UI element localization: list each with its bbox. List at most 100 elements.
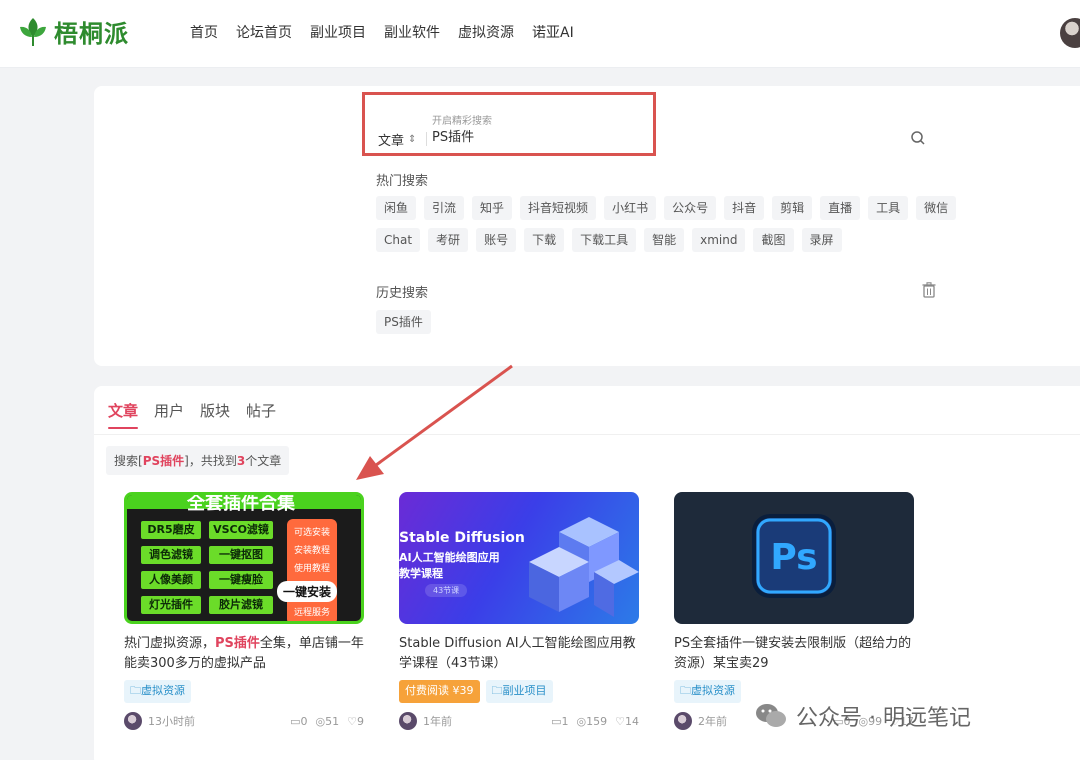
article-title[interactable]: PS全套插件一键安装去限制版（超给力的资源）某宝卖29 — [674, 634, 914, 674]
search-divider — [426, 132, 427, 146]
hot-tag[interactable]: 考研 — [428, 228, 469, 252]
wechat-icon — [756, 704, 786, 727]
hot-tag[interactable]: xmind — [692, 228, 746, 252]
summary-mid: ]，共找到 — [184, 454, 237, 468]
thumb-chip: 灯光插件 — [141, 596, 201, 614]
hot-tag[interactable]: 下载 — [524, 228, 565, 252]
hot-tag[interactable]: 抖音短视频 — [520, 196, 597, 220]
hot-tag[interactable]: 账号 — [476, 228, 517, 252]
thumb-subtitle-line: AI人工智能绘图应用 — [399, 551, 500, 564]
hot-search-tags: 闲鱼 引流 知乎 抖音短视频 小红书 公众号 抖音 剪辑 直播 工具 微信 Ch… — [376, 196, 976, 252]
hot-tag[interactable]: 录屏 — [801, 228, 842, 252]
nav-side-projects[interactable]: 副业项目 — [310, 22, 366, 42]
hot-tag[interactable]: 小红书 — [604, 196, 657, 220]
updown-icon: ⇕ — [408, 134, 417, 145]
hot-tag[interactable]: 直播 — [820, 196, 861, 220]
article-stats: ▭1 ◎159 ♡14 — [551, 715, 639, 728]
view-count: ◎51 — [316, 715, 340, 728]
hot-tag[interactable]: 公众号 — [664, 196, 717, 220]
comment-count: ▭0 — [290, 715, 307, 728]
title-highlight: PS插件 — [215, 636, 260, 651]
hot-tag[interactable]: 抖音 — [724, 196, 765, 220]
search-box: 文章 ⇕ 开启精彩搜索 — [362, 92, 936, 156]
comment-value: 0 — [300, 714, 308, 728]
thumb-chip: 胶片滤镜 — [209, 596, 273, 614]
category-badge[interactable]: 🗀虚拟资源 — [674, 680, 741, 703]
comment-value: 1 — [561, 714, 569, 728]
author-avatar[interactable] — [124, 712, 142, 730]
article-meta: 1年前 ▭1 ◎159 ♡14 — [399, 711, 639, 731]
tab-boards[interactable]: 版块 — [200, 400, 230, 429]
hot-tag[interactable]: 引流 — [424, 196, 465, 220]
like-count: ♡14 — [615, 715, 639, 728]
title-part: Stable Diffusion AI人工智能绘图应用教学课程（43节课） — [399, 636, 636, 671]
article-badges: 🗀虚拟资源 — [124, 680, 364, 703]
history-search-label: 历史搜索 — [376, 286, 429, 301]
thumb-top-text: 全套插件合集 — [187, 493, 295, 514]
article-meta: 13小时前 ▭0 ◎51 ♡9 — [124, 711, 364, 731]
nav-side-software[interactable]: 副业软件 — [384, 22, 440, 42]
category-label: 虚拟资源 — [141, 684, 185, 697]
article-card[interactable]: Stable Diffusion AI人工智能绘图应用 教学课程 43节课 Sta… — [399, 492, 639, 731]
view-value: 159 — [586, 714, 608, 728]
like-count: ♡9 — [347, 715, 364, 728]
article-stats: ▭0 ◎51 ♡9 — [290, 715, 364, 728]
history-search-tags: PS插件 — [376, 310, 976, 334]
hot-tag[interactable]: Chat — [376, 228, 421, 252]
thumb-side-item: 可选安装 — [293, 528, 330, 538]
tab-users[interactable]: 用户 — [154, 400, 184, 429]
tab-posts[interactable]: 帖子 — [246, 400, 276, 429]
article-thumbnail[interactable]: Ps — [674, 492, 914, 624]
category-badge[interactable]: 🗀副业项目 — [485, 680, 553, 703]
thumb-side-item: 安装教程 — [293, 546, 330, 556]
nav-forum[interactable]: 论坛首页 — [236, 22, 292, 42]
search-icon[interactable] — [910, 130, 926, 146]
summary-prefix: 搜索[ — [114, 454, 143, 468]
article-thumbnail[interactable]: Stable Diffusion AI人工智能绘图应用 教学课程 43节课 — [399, 492, 639, 624]
article-thumbnail[interactable]: 全套插件合集 DR5磨皮 VSCO滤镜 调色滤镜 一键抠图 人像美颜 一键瘦脸 … — [124, 492, 364, 624]
thumb-subtitle-line: 教学课程 — [399, 567, 443, 580]
search-input[interactable] — [432, 128, 892, 143]
result-tabs: 文章 用户 版块 帖子 — [108, 400, 276, 429]
hot-tag[interactable]: 工具 — [868, 196, 909, 220]
logo-text: 梧桐派 — [54, 19, 129, 48]
history-tag[interactable]: PS插件 — [376, 310, 431, 334]
price-badge: 付费阅读 ¥39 — [399, 680, 480, 703]
view-count: ◎159 — [577, 715, 608, 728]
folder-icon: 🗀 — [130, 684, 141, 697]
hot-tag[interactable]: 知乎 — [472, 196, 513, 220]
folder-icon: 🗀 — [491, 684, 503, 697]
thumbs-up-icon: ♡ — [347, 714, 357, 728]
hot-tag[interactable]: 下载工具 — [572, 228, 637, 252]
hot-tag[interactable]: 微信 — [916, 196, 957, 220]
category-badge[interactable]: 🗀虚拟资源 — [124, 680, 191, 703]
nav-virtual-resources[interactable]: 虚拟资源 — [458, 22, 514, 42]
post-time: 1年前 — [423, 715, 452, 728]
article-title[interactable]: 热门虚拟资源，PS插件全集，单店铺一年能卖300多万的虚拟产品 — [124, 634, 364, 674]
hot-tag[interactable]: 智能 — [644, 228, 685, 252]
like-value: 14 — [625, 714, 639, 728]
ps-logo-text: Ps — [770, 537, 817, 578]
article-title[interactable]: Stable Diffusion AI人工智能绘图应用教学课程（43节课） — [399, 634, 639, 674]
site-logo[interactable]: 梧桐派 — [16, 14, 129, 49]
trash-icon[interactable] — [922, 282, 936, 298]
hot-tag[interactable]: 截图 — [753, 228, 794, 252]
comment-icon: ▭ — [290, 714, 301, 728]
tab-articles[interactable]: 文章 — [108, 400, 139, 429]
author-avatar[interactable] — [674, 712, 692, 730]
article-card[interactable]: 全套插件合集 DR5磨皮 VSCO滤镜 调色滤镜 一键抠图 人像美颜 一键瘦脸 … — [124, 492, 364, 731]
thumb-pill: 43节课 — [425, 584, 468, 597]
article-card[interactable]: Ps PS全套插件一键安装去限制版（超给力的资源）某宝卖29 🗀虚拟资源 2年前… — [674, 492, 914, 731]
nav-noya-ai[interactable]: 诺亚AI — [532, 22, 574, 42]
thumb-badge: 一键安装 — [277, 581, 338, 602]
like-value: 9 — [357, 714, 364, 728]
title-part: 热门虚拟资源， — [124, 636, 216, 651]
user-avatar[interactable] — [1060, 18, 1080, 48]
hot-tag[interactable]: 闲鱼 — [376, 196, 417, 220]
hot-tag[interactable]: 剪辑 — [772, 196, 813, 220]
eye-icon: ◎ — [315, 714, 326, 728]
thumb-title: Stable Diffusion — [399, 530, 525, 546]
author-avatar[interactable] — [399, 712, 417, 730]
search-type-select[interactable]: 文章 ⇕ — [378, 130, 416, 149]
nav-home[interactable]: 首页 — [190, 22, 218, 42]
